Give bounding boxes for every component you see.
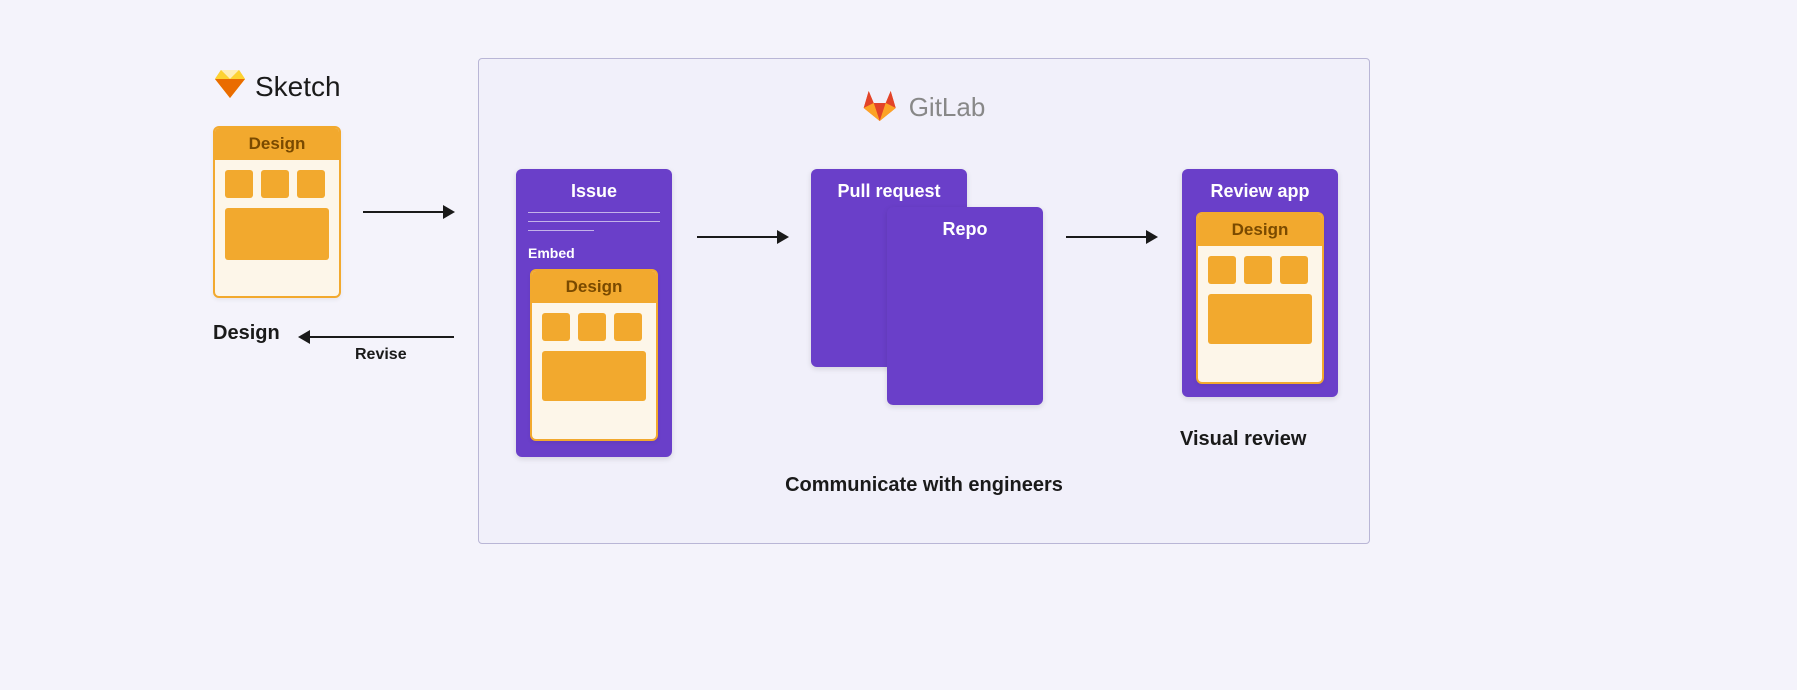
- issue-card: Issue Embed Design: [516, 169, 672, 457]
- text-line: [528, 221, 660, 222]
- arrow-issue-to-pr: [697, 230, 789, 244]
- wireframe-block: [261, 170, 289, 198]
- wireframe-block: [1208, 294, 1312, 344]
- text-line: [528, 230, 594, 231]
- gitlab-brand: GitLab: [863, 89, 986, 126]
- wireframe-block: [1208, 256, 1236, 284]
- design-card-header: Design: [1198, 214, 1322, 246]
- design-label: Design: [213, 322, 280, 345]
- arrow-design-to-gitlab: [363, 205, 455, 219]
- sketch-diamond-icon: [215, 70, 245, 103]
- wireframe-block: [542, 351, 646, 401]
- gitlab-wordmark: GitLab: [909, 92, 986, 123]
- issue-title: Issue: [528, 181, 660, 202]
- wireframe-block: [578, 313, 606, 341]
- wireframe-block: [225, 208, 329, 260]
- wireframe-block: [1280, 256, 1308, 284]
- diagram-canvas: Sketch Design Design Revise: [0, 0, 1797, 690]
- text-line: [528, 212, 660, 213]
- communicate-label: Communicate with engineers: [479, 474, 1369, 497]
- visual-review-label: Visual review: [1180, 428, 1306, 451]
- review-title: Review app: [1194, 181, 1326, 202]
- wireframe-block: [542, 313, 570, 341]
- design-card-header: Design: [215, 128, 339, 160]
- arrow-repo-to-review: [1066, 230, 1158, 244]
- design-card-embedded: Design: [530, 269, 658, 441]
- design-card-body: [215, 160, 339, 296]
- design-card-header: Design: [532, 271, 656, 303]
- wireframe-block: [297, 170, 325, 198]
- sketch-wordmark: Sketch: [255, 71, 341, 103]
- gitlab-tanuki-icon: [863, 89, 897, 126]
- wireframe-block: [1244, 256, 1272, 284]
- gitlab-container: GitLab Issue Embed Design: [478, 58, 1370, 544]
- review-app-card: Review app Design: [1182, 169, 1338, 397]
- design-card-review: Design: [1196, 212, 1324, 384]
- sketch-brand: Sketch: [215, 70, 341, 103]
- repo-card: Repo: [887, 207, 1043, 405]
- arrow-revise: [298, 330, 454, 344]
- wireframe-block: [614, 313, 642, 341]
- revise-label: Revise: [355, 346, 407, 364]
- embed-label: Embed: [528, 245, 660, 261]
- pr-title: Pull request: [811, 169, 967, 202]
- design-card-main: Design: [213, 126, 341, 298]
- repo-title: Repo: [887, 207, 1043, 240]
- wireframe-block: [225, 170, 253, 198]
